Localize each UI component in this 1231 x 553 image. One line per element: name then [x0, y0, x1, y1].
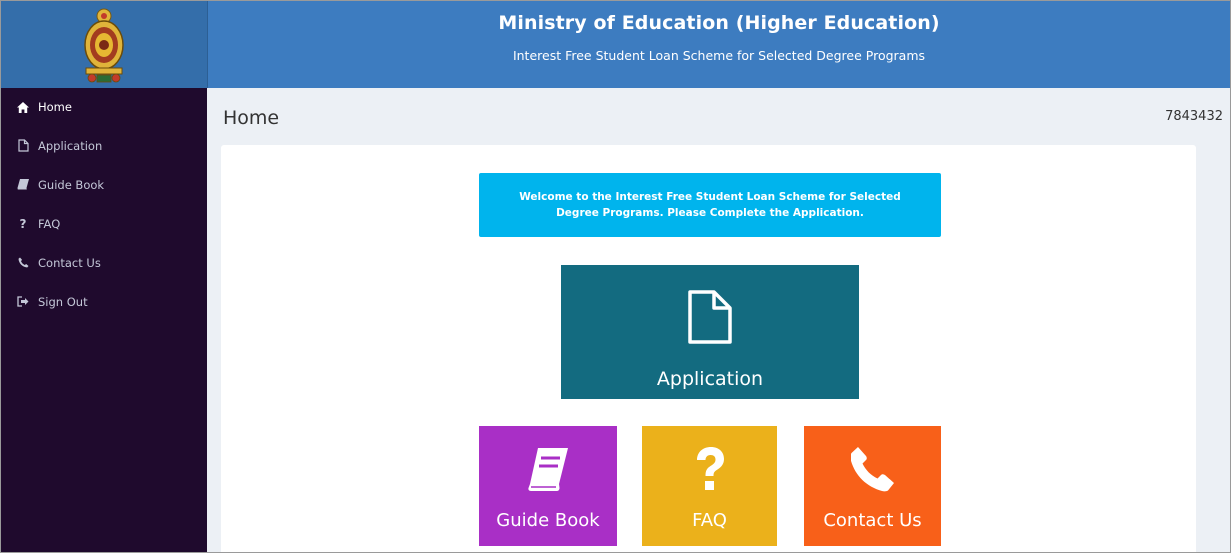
question-icon — [642, 446, 777, 494]
sign-out-icon — [16, 295, 30, 309]
question-icon: ? — [19, 216, 27, 231]
sidebar-item-label: Sign Out — [38, 294, 88, 309]
guide-book-tile[interactable]: Guide Book — [479, 426, 617, 546]
sidebar-item-contact-us[interactable]: Contact Us — [1, 243, 207, 282]
sidebar: Home Application Guide Book ? FAQ Contac… — [1, 88, 207, 552]
book-icon — [479, 446, 617, 494]
sidebar-item-guide-book[interactable]: Guide Book — [1, 165, 207, 204]
sidebar-item-label: Guide Book — [38, 177, 105, 192]
sidebar-item-application[interactable]: Application — [1, 126, 207, 165]
dashboard-panel: Welcome to the Interest Free Student Loa… — [221, 145, 1196, 552]
header-subtitle: Interest Free Student Loan Scheme for Se… — [512, 48, 926, 63]
sidebar-item-sign-out[interactable]: Sign Out — [1, 282, 207, 321]
sidebar-item-label: Contact Us — [38, 255, 101, 270]
sidebar-item-label: Home — [38, 100, 72, 114]
book-icon — [16, 178, 30, 192]
logo-area[interactable] — [1, 1, 208, 88]
contact-us-tile-label: Contact Us — [823, 510, 922, 531]
faq-tile-label: FAQ — [692, 510, 727, 531]
top-header: Ministry of Education (Higher Education)… — [208, 1, 1230, 88]
page-title: Home — [223, 107, 280, 129]
file-icon — [687, 289, 733, 349]
guide-book-tile-label: Guide Book — [496, 510, 600, 531]
sidebar-item-label: Application — [38, 138, 103, 153]
sidebar-item-home[interactable]: Home — [1, 88, 207, 126]
application-tile-label: Application — [656, 368, 764, 390]
header-title: Ministry of Education (Higher Education) — [498, 12, 940, 34]
home-icon — [16, 100, 30, 114]
user-id: 7843432 — [1165, 109, 1223, 124]
sidebar-item-label: FAQ — [38, 216, 61, 231]
contact-us-tile[interactable]: Contact Us — [804, 426, 941, 546]
file-icon — [16, 139, 30, 153]
sidebar-item-faq[interactable]: ? FAQ — [1, 204, 207, 243]
application-tile[interactable]: Application — [561, 265, 859, 399]
welcome-alert: Welcome to the Interest Free Student Loa… — [479, 173, 941, 237]
faq-tile[interactable]: FAQ — [642, 426, 777, 546]
content-header: Home 7843432 — [208, 88, 1230, 144]
phone-icon — [804, 446, 941, 492]
emblem-of-sri-lanka-icon — [84, 8, 124, 82]
app-window: Ministry of Education (Higher Education)… — [0, 0, 1231, 553]
phone-icon — [16, 256, 30, 270]
